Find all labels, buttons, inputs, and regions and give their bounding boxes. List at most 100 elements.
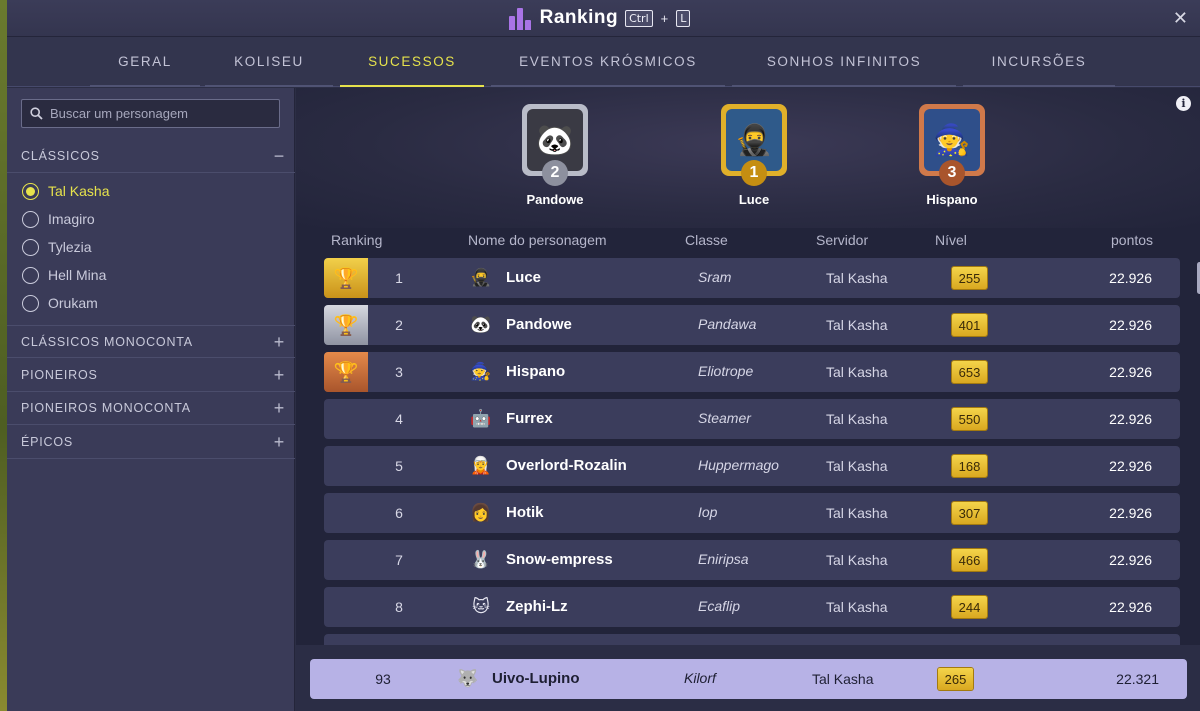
- row-points: 22.926: [1109, 458, 1152, 474]
- podium-name: Hispano: [926, 192, 978, 207]
- table-row[interactable]: 6 👩 Hotik Iop Tal Kasha 307 22.926: [324, 493, 1180, 533]
- radio-icon: [22, 266, 39, 284]
- radio-icon: [22, 238, 39, 256]
- table-row[interactable]: 7 🐰 Snow-empress Eniripsa Tal Kasha 466 …: [324, 540, 1180, 580]
- row-class: Steamer: [698, 410, 751, 426]
- search-box: [21, 99, 280, 128]
- title-bar: Ranking Ctrl + L ✕: [7, 0, 1200, 37]
- row-class: Eniripsa: [698, 551, 749, 567]
- server-label: Imagiro: [48, 211, 95, 227]
- row-class: Huppermago: [698, 457, 779, 473]
- row-name: Zephi-Lz: [506, 598, 568, 615]
- tab-incursoes[interactable]: INCURSÕES: [963, 37, 1115, 87]
- search-input[interactable]: [50, 106, 270, 121]
- row-points: 22.926: [1109, 599, 1152, 615]
- expand-icon[interactable]: +: [274, 433, 285, 451]
- table-row[interactable]: 4 🤖 Furrex Steamer Tal Kasha 550 22.926: [324, 399, 1180, 439]
- radio-selected-icon: [22, 182, 39, 200]
- header-server: Servidor: [816, 232, 869, 248]
- expand-icon[interactable]: +: [274, 399, 285, 417]
- window-title: Ranking: [539, 7, 619, 28]
- server-orukam[interactable]: Orukam: [22, 292, 98, 314]
- level-badge: 168: [952, 455, 987, 477]
- table-header: Ranking Nome do personagem Classe Servid…: [296, 228, 1200, 252]
- radio-icon: [22, 210, 39, 228]
- avatar: 🐱: [472, 597, 490, 616]
- level-badge: 466: [952, 549, 987, 571]
- table-row-partial[interactable]: [324, 634, 1180, 645]
- avatar: 🧝: [470, 456, 492, 475]
- header-name: Nome do personagem: [468, 232, 607, 248]
- search-icon: [30, 107, 43, 120]
- section-pioneiros[interactable]: PIONEIROS +: [7, 359, 295, 392]
- avatar: 🧙: [470, 362, 492, 381]
- podium-first[interactable]: 🥷 1 Luce: [709, 104, 799, 207]
- bronze-trophy-icon: 🏆: [324, 352, 368, 392]
- row-name: Overlord-Rozalin: [506, 457, 627, 474]
- tab-sucessos[interactable]: SUCESSOS: [340, 37, 484, 87]
- row-rank: 7: [395, 552, 403, 568]
- section-classicos[interactable]: CLÁSSICOS −: [7, 140, 295, 173]
- server-label: Tylezia: [48, 239, 92, 255]
- podium-name: Luce: [738, 192, 770, 207]
- server-tylezia[interactable]: Tylezia: [22, 236, 92, 258]
- row-points: 22.926: [1109, 270, 1152, 286]
- server-tal-kasha[interactable]: Tal Kasha: [22, 180, 109, 202]
- row-server: Tal Kasha: [826, 552, 888, 568]
- row-server: Tal Kasha: [826, 505, 888, 521]
- section-label: PIONEIROS: [21, 368, 98, 382]
- section-classicos-monoconta[interactable]: CLÁSSICOS MONOCONTA +: [7, 325, 295, 358]
- row-server: Tal Kasha: [826, 317, 888, 333]
- row-name: Pandowe: [506, 316, 572, 333]
- avatar: 🥷: [470, 268, 492, 287]
- row-name: Uivo-Lupino: [492, 670, 580, 687]
- row-name: Hotik: [506, 504, 544, 521]
- server-sidebar: CLÁSSICOS − Tal Kasha Imagiro Tylezia He…: [7, 88, 295, 711]
- table-row[interactable]: 🏆 2 🐼 Pandowe Pandawa Tal Kasha 401 22.9…: [324, 305, 1180, 345]
- row-points: 22.926: [1109, 411, 1152, 427]
- tab-koliseu[interactable]: KOLISEU: [205, 37, 333, 87]
- server-label: Tal Kasha: [48, 183, 110, 199]
- expand-icon[interactable]: +: [274, 333, 285, 351]
- row-server: Tal Kasha: [826, 599, 888, 615]
- row-class: Kilorf: [684, 670, 716, 686]
- row-class: Sram: [698, 269, 732, 285]
- gold-trophy-icon: 🏆: [324, 258, 368, 298]
- close-icon[interactable]: ✕: [1173, 8, 1188, 29]
- table-row[interactable]: 8 🐱 Zephi-Lz Ecaflip Tal Kasha 244 22.92…: [324, 587, 1180, 627]
- avatar: 👩: [470, 503, 492, 522]
- table-row[interactable]: 🏆 1 🥷 Luce Sram Tal Kasha 255 22.926: [324, 258, 1180, 298]
- row-points: 22.926: [1109, 552, 1152, 568]
- info-icon[interactable]: i: [1176, 96, 1191, 111]
- podium-third[interactable]: 🧙 3 Hispano: [907, 104, 997, 207]
- row-server: Tal Kasha: [826, 364, 888, 380]
- level-badge: 401: [952, 314, 987, 336]
- podium-second[interactable]: 🐼 2 Pandowe: [510, 104, 600, 207]
- podium-badge: 🥷 1: [721, 104, 787, 186]
- collapse-icon[interactable]: −: [274, 147, 285, 165]
- server-imagiro[interactable]: Imagiro: [22, 208, 95, 230]
- row-rank: 4: [395, 411, 403, 427]
- expand-icon[interactable]: +: [274, 366, 285, 384]
- header-level: Nível: [935, 232, 967, 248]
- table-row[interactable]: 5 🧝 Overlord-Rozalin Huppermago Tal Kash…: [324, 446, 1180, 486]
- row-points: 22.321: [1116, 671, 1159, 687]
- row-rank: 93: [375, 671, 391, 687]
- row-rank: 2: [395, 317, 403, 333]
- tab-eventos-krosmicos[interactable]: EVENTOS KRÓSMICOS: [491, 37, 725, 87]
- row-server: Tal Kasha: [812, 671, 874, 687]
- row-server: Tal Kasha: [826, 458, 888, 474]
- tab-geral[interactable]: GERAL: [90, 37, 200, 87]
- table-row[interactable]: 🏆 3 🧙 Hispano Eliotrope Tal Kasha 653 22…: [324, 352, 1180, 392]
- own-rank-row[interactable]: 93 🐺 Uivo-Lupino Kilorf Tal Kasha 265 22…: [310, 659, 1187, 699]
- ranking-table: 🏆 1 🥷 Luce Sram Tal Kasha 255 22.926 🏆 2…: [324, 258, 1180, 645]
- section-pioneiros-monoconta[interactable]: PIONEIROS MONOCONTA +: [7, 392, 295, 425]
- avatar: 🤖: [470, 409, 492, 428]
- tab-sonhos-infinitos[interactable]: SONHOS INFINITOS: [732, 37, 956, 87]
- section-label: ÉPICOS: [21, 435, 74, 449]
- server-label: Orukam: [48, 295, 98, 311]
- section-label: CLÁSSICOS MONOCONTA: [21, 334, 193, 349]
- header-class: Classe: [685, 232, 728, 248]
- server-hell-mina[interactable]: Hell Mina: [22, 264, 106, 286]
- section-epicos[interactable]: ÉPICOS +: [7, 426, 295, 459]
